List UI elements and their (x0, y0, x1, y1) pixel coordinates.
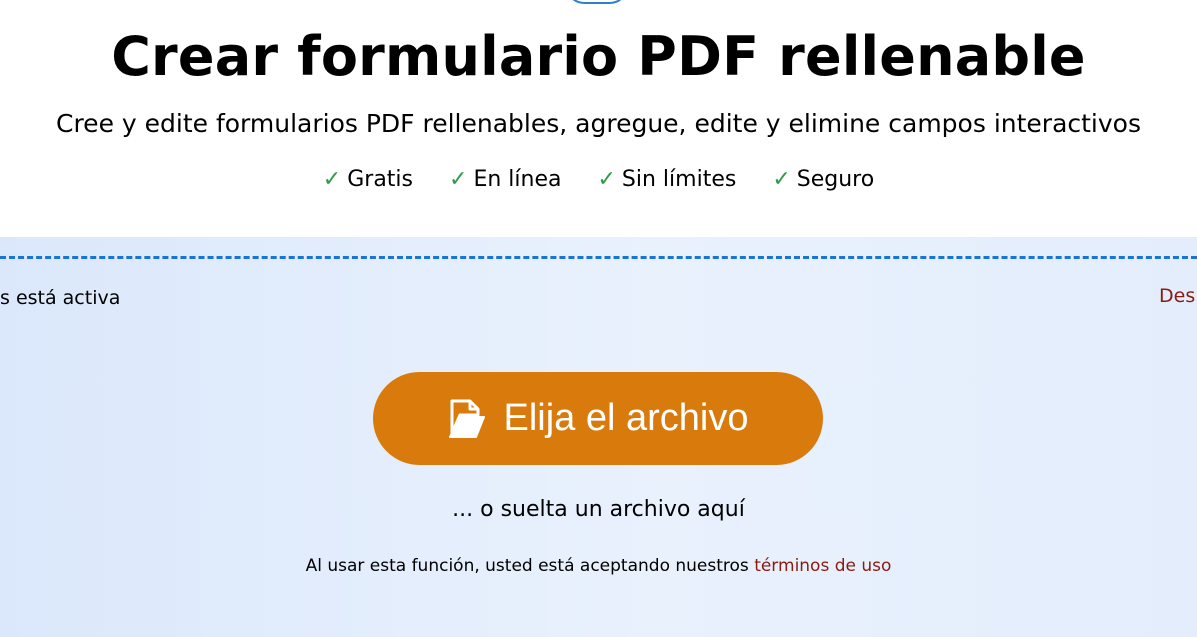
terms-notice: Al usar esta función, usted está aceptan… (0, 553, 1197, 579)
feature-label: Seguro (796, 167, 875, 192)
page-title: Crear formulario PDF rellenable (111, 25, 1086, 88)
logo-partial-icon (566, 0, 628, 4)
file-dropzone[interactable]: s está activa Des Elija el archivo ... o… (0, 237, 1197, 637)
feature-label: Sin límites (621, 167, 737, 192)
choose-file-button[interactable]: Elija el archivo (373, 372, 823, 465)
feature-unlimited: ✓ Sin límites (597, 163, 736, 197)
feature-list: ✓ Gratis ✓ En línea ✓ Sin límites ✓ Segu… (0, 163, 1197, 197)
check-icon: ✓ (322, 167, 342, 192)
terms-of-use-link[interactable]: términos de uso (754, 556, 891, 576)
status-link[interactable]: Des (1159, 283, 1195, 309)
choose-file-label: Elija el archivo (503, 397, 749, 439)
feature-label: En línea (473, 167, 562, 192)
feature-free: ✓ Gratis (323, 163, 413, 197)
page-subtitle: Cree y edite formularios PDF rellenables… (56, 109, 1141, 138)
feature-online: ✓ En línea (449, 163, 561, 197)
terms-text: Al usar esta función, usted está aceptan… (305, 556, 755, 576)
dropzone-border (0, 256, 1197, 259)
check-icon: ✓ (449, 167, 468, 192)
drop-hint: ... o suelta un archivo aquí (452, 497, 745, 522)
check-icon: ✓ (772, 167, 791, 192)
page: Crear formulario PDF rellenable Cree y e… (0, 0, 1197, 637)
feature-secure: ✓ Seguro (772, 163, 874, 197)
check-icon: ✓ (597, 167, 616, 192)
feature-label: Gratis (347, 167, 414, 192)
folder-open-icon (448, 399, 486, 439)
status-text: s está activa (0, 287, 121, 309)
